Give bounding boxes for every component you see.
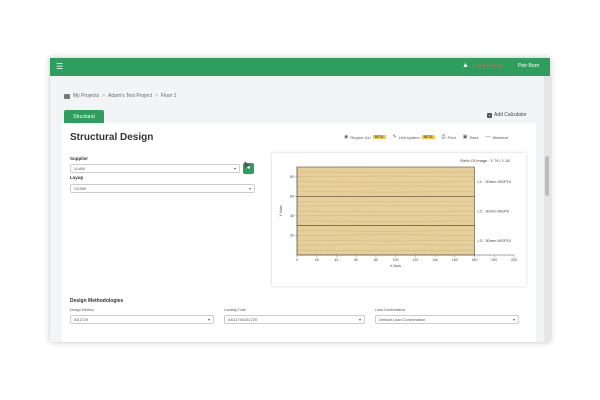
chevron-down-icon: ▾	[233, 166, 236, 171]
layup-select[interactable]: XC890 ▾	[70, 184, 255, 193]
page-title: Structural Design	[70, 132, 154, 143]
x-tick-label: 0	[296, 258, 298, 262]
supplier-select[interactable]: XLAM ▾	[70, 164, 240, 173]
save-label: Save	[469, 134, 479, 140]
design-method-value: AS1720	[74, 317, 89, 322]
structural-panel: Structural Design ◉ Region: AU BETA ✎ Un…	[62, 123, 536, 342]
region-button[interactable]: ◉ Region: AU BETA	[344, 134, 386, 140]
load-combinations-label: Load Combinations	[375, 308, 406, 312]
layup-chart: Ratio Of Image : 1.79 / 1.18 L1 : 30mm MG…	[272, 153, 526, 286]
x-tick-label: 220	[511, 258, 517, 262]
unit-system-button[interactable]: ✎ Unit system BETA	[393, 134, 435, 140]
breadcrumb-my-projects[interactable]: My Projects	[73, 93, 99, 99]
x-axis-label: X Axis	[390, 263, 401, 268]
globe-icon: ◉	[344, 134, 349, 140]
print-label: Print	[447, 134, 456, 140]
print-button[interactable]: ⎙ Print	[442, 134, 456, 140]
chart-title: Ratio Of Image : 1.79 / 1.18	[460, 158, 510, 163]
x-tick-label: 140	[432, 258, 438, 262]
vertical-scrollbar[interactable]	[544, 76, 550, 342]
layer-label-3: L3 : 30mm MGP10	[478, 238, 512, 243]
x-tick-label: 40	[335, 258, 339, 262]
minimize-label: Minimize	[492, 134, 509, 140]
beta-badge: BETA	[372, 135, 386, 139]
layer-label-1: L1 : 30mm MGP10	[478, 179, 512, 184]
breadcrumb: My Projects > Adam's Test Project > Floo…	[64, 93, 176, 99]
x-tick-label: 120	[412, 258, 418, 262]
chevron-down-icon: ▾	[512, 317, 515, 322]
x-tick-label: 20	[315, 258, 319, 262]
minus-icon: —	[485, 134, 491, 140]
notice-text[interactable]: ● ●●●●● ●●●	[472, 63, 502, 69]
x-tick-label: 160	[452, 258, 458, 262]
chevron-down-icon: ▾	[358, 317, 361, 322]
unit-system-label: Unit system	[398, 134, 420, 140]
panel-toolbar: ◉ Region: AU BETA ✎ Unit system BETA ⎙ P…	[344, 134, 508, 140]
scrollbar-thumb[interactable]	[545, 156, 549, 196]
methodologies-title: Design Methodologies	[70, 298, 124, 304]
printer-icon: ⎙	[441, 134, 446, 140]
folder-icon	[64, 93, 70, 99]
supplier-value: XLAM	[74, 166, 85, 171]
y-tick-label: 80	[290, 175, 294, 179]
layup-value: XC890	[74, 186, 87, 191]
user-name[interactable]: Petr Burn	[518, 63, 539, 69]
layup-label: Layup	[70, 175, 84, 180]
hamburger-icon[interactable]: ☰	[56, 62, 63, 72]
x-tick-label: 180	[472, 258, 478, 262]
add-calculator-button[interactable]: + Add Calculator	[487, 112, 527, 118]
x-tick-label: 200	[491, 258, 497, 262]
supplier-label: Supplier	[70, 156, 89, 161]
chevron-down-icon: ▾	[207, 317, 210, 322]
loading-code-label: Loading Code	[224, 308, 246, 312]
beta-badge: BETA	[421, 135, 435, 139]
design-method-label: Design Method	[70, 308, 94, 312]
load-combinations-value: Default Load Combination	[379, 317, 426, 322]
bell-icon[interactable]: ▲	[462, 62, 469, 69]
x-tick-label: 80	[374, 258, 378, 262]
loading-code-value: AS1170/AS1720	[228, 317, 258, 322]
top-bar: ☰ ▲ ● ●●●●● ●●● Petr Burn	[50, 58, 550, 76]
design-method-select[interactable]: AS1720 ▾	[70, 315, 214, 324]
ruler-icon: ✎	[392, 134, 397, 140]
x-tick-label: 100	[393, 258, 399, 262]
region-label: Region: AU	[350, 134, 371, 140]
y-tick-label: 60	[290, 195, 294, 199]
chart-svg: Ratio Of Image : 1.79 / 1.18 L1 : 30mm MG…	[278, 158, 517, 268]
load-combinations-select[interactable]: Default Load Combination ▾	[375, 315, 519, 324]
minimize-button[interactable]: — Minimize	[486, 134, 509, 140]
app-window: ☰ ▲ ● ●●●●● ●●● Petr Burn My Projects > …	[50, 58, 550, 342]
y-tick-label: 20	[290, 234, 294, 238]
plus-icon: +	[487, 112, 492, 118]
save-button[interactable]: ▣ Save	[463, 134, 479, 140]
x-tick-label: 60	[354, 258, 358, 262]
add-calculator-label: Add Calculator	[494, 112, 527, 118]
breadcrumb-project[interactable]: Adam's Test Project	[108, 93, 152, 99]
breadcrumb-separator: >	[102, 93, 106, 99]
tab-structural[interactable]: Structural	[64, 110, 104, 123]
breadcrumb-floor[interactable]: Floor 1	[161, 93, 177, 99]
layer-label-2: L2 : 30mm MGP9	[478, 209, 510, 214]
loading-code-select[interactable]: AS1170/AS1720 ▾	[224, 315, 365, 324]
y-tick-label: 40	[290, 214, 294, 218]
y-axis-label: Y Axis	[278, 205, 283, 216]
save-icon: ▣	[462, 134, 468, 140]
chevron-down-icon: ▾	[248, 186, 251, 191]
breadcrumb-separator: >	[154, 93, 158, 99]
